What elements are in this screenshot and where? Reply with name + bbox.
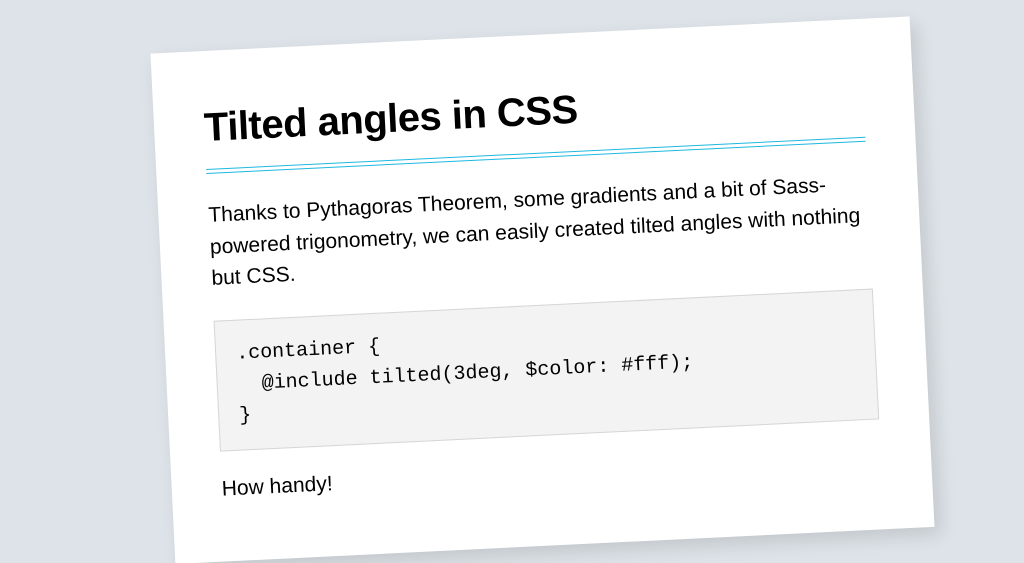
intro-paragraph: Thanks to Pythagoras Theorem, some gradi…: [208, 168, 872, 295]
article-title: Tilted angles in CSS: [203, 74, 864, 151]
code-block: .container { @include tilted(3deg, $colo…: [214, 288, 880, 451]
article-card: Tilted angles in CSS Thanks to Pythagora…: [150, 16, 934, 563]
outro-paragraph: How handy!: [221, 445, 881, 501]
